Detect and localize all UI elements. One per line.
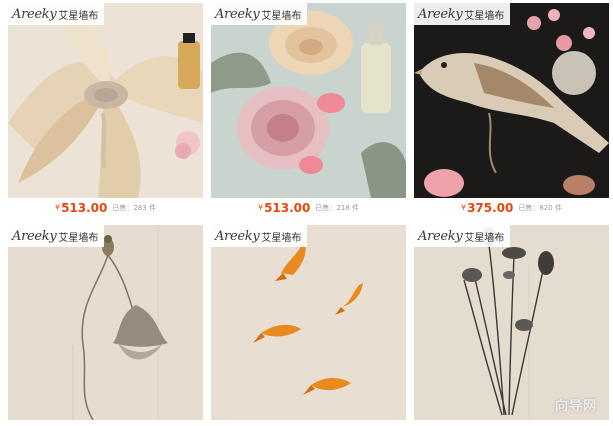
brand-tag: Areeky 艾星墙布 xyxy=(211,3,308,25)
brand-logo: Areeky xyxy=(12,228,57,244)
brand-tag: Areeky 艾星墙布 xyxy=(414,225,511,247)
watermark: 向导网 xyxy=(554,399,597,414)
price[interactable]: 513.00 xyxy=(61,201,107,215)
brand-name: 艾星墙布 xyxy=(464,10,505,22)
currency-symbol: ¥ xyxy=(54,203,61,212)
product-image[interactable]: Areeky 艾星墙布 xyxy=(211,3,406,198)
brand-logo: Areeky xyxy=(215,6,260,22)
product-image[interactable]: Areeky 艾星墙布 xyxy=(8,3,203,198)
brand-tag: Areeky 艾星墙布 xyxy=(8,3,105,25)
price-line: ¥375.00 已售：820 件 xyxy=(414,201,609,215)
brand-logo: Areeky xyxy=(215,228,260,244)
product-image[interactable]: Areeky 艾星墙布 xyxy=(8,225,203,420)
brand-name: 艾星墙布 xyxy=(58,232,99,244)
brand-logo: Areeky xyxy=(12,6,57,22)
product-image[interactable]: Areeky 艾星墙布 xyxy=(414,3,609,198)
sold-count: 已售：218 件 xyxy=(315,204,359,212)
brand-name: 艾星墙布 xyxy=(261,232,302,244)
price[interactable]: 513.00 xyxy=(264,201,310,215)
price-line: ¥513.00 已售：218 件 xyxy=(211,201,406,215)
price-line: ¥513.00 已售：283 件 xyxy=(8,201,203,215)
sold-count: 已售：820 件 xyxy=(518,204,562,212)
brand-name: 艾星墙布 xyxy=(58,10,99,22)
brand-tag: Areeky 艾星墙布 xyxy=(8,225,105,247)
product-image[interactable]: Areeky 艾星墙布 向导网 xyxy=(414,225,609,420)
currency-symbol: ¥ xyxy=(460,203,467,212)
brand-logo: Areeky xyxy=(418,228,463,244)
sold-count: 已售：283 件 xyxy=(112,204,156,212)
currency-symbol: ¥ xyxy=(257,203,264,212)
brand-name: 艾星墙布 xyxy=(261,10,302,22)
brand-logo: Areeky xyxy=(418,6,463,22)
product-image[interactable]: Areeky 艾星墙布 xyxy=(211,225,406,420)
price[interactable]: 375.00 xyxy=(467,201,513,215)
brand-tag: Areeky 艾星墙布 xyxy=(211,225,308,247)
brand-name: 艾星墙布 xyxy=(464,232,505,244)
brand-tag: Areeky 艾星墙布 xyxy=(414,3,511,25)
